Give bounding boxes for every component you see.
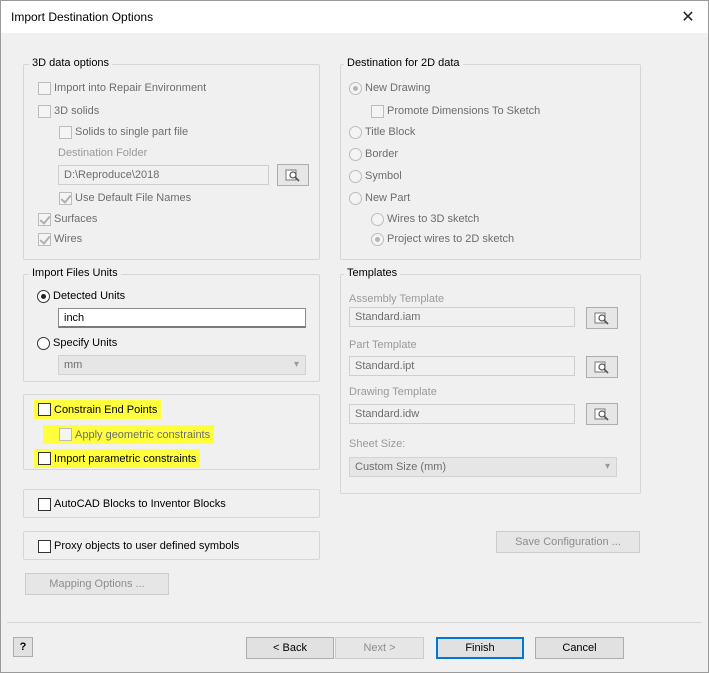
browse-icon — [594, 312, 609, 325]
checkbox-box — [59, 125, 72, 139]
checkbox-box — [59, 428, 72, 441]
wires-3d-sketch-radio[interactable]: Wires to 3D sketch — [371, 211, 479, 227]
drawing-template-field[interactable]: Standard.idw — [349, 404, 575, 424]
destination-folder-field[interactable]: D:\Reproduce\2018 — [58, 165, 269, 185]
import-destination-options-dialog: Import Destination Options ✕ 3D data opt… — [0, 0, 709, 673]
symbol-radio[interactable]: Symbol — [349, 168, 402, 184]
browse-icon — [594, 361, 609, 374]
proxy-objects-checkbox[interactable]: Proxy objects to user defined symbols — [38, 538, 239, 554]
checkbox-box — [59, 191, 72, 205]
radio-circle — [37, 336, 50, 350]
3d-solids-checkbox[interactable]: 3D solids — [38, 103, 99, 119]
checkbox-box — [38, 104, 51, 118]
promote-dimensions-checkbox[interactable]: Promote Dimensions To Sketch — [371, 103, 540, 119]
import-parametric-constraints-checkbox[interactable]: Import parametric constraints — [34, 449, 201, 468]
help-icon[interactable]: ? — [13, 637, 33, 657]
radio-circle — [349, 147, 362, 161]
specify-units-select[interactable]: mm ▾ — [58, 355, 306, 375]
checkbox-box — [38, 212, 51, 226]
part-template-browse-button[interactable] — [586, 356, 618, 378]
sheet-size-label: Sheet Size: — [349, 438, 406, 450]
chevron-down-icon: ▾ — [604, 461, 610, 472]
border-radio[interactable]: Border — [349, 146, 398, 162]
checkbox-box — [38, 403, 51, 416]
mapping-options-button[interactable]: Mapping Options ... — [25, 573, 169, 595]
chevron-down-icon: ▾ — [293, 359, 299, 370]
new-part-radio[interactable]: New Part — [349, 190, 410, 206]
checkbox-box — [38, 497, 51, 511]
footer-separator — [7, 622, 702, 623]
drawing-template-browse-button[interactable] — [586, 403, 618, 425]
title-bar: Import Destination Options ✕ — [1, 1, 708, 33]
radio-circle — [37, 289, 50, 303]
destination-2d-label: Destination for 2D data — [344, 57, 463, 69]
radio-circle — [349, 81, 362, 95]
destination-folder-label: Destination Folder — [58, 147, 148, 159]
radio-circle — [371, 232, 384, 246]
new-drawing-radio[interactable]: New Drawing — [349, 80, 430, 96]
assembly-template-browse-button[interactable] — [586, 307, 618, 329]
solids-single-part-checkbox[interactable]: Solids to single part file — [59, 124, 188, 140]
checkbox-box — [38, 539, 51, 553]
radio-circle — [349, 125, 362, 139]
checkbox-box — [371, 104, 384, 118]
finish-button[interactable]: Finish — [436, 637, 524, 659]
detected-units-field[interactable]: inch — [58, 308, 306, 328]
checkbox-box — [38, 81, 51, 95]
sheet-size-select[interactable]: Custom Size (mm) ▾ — [349, 457, 617, 477]
drawing-template-label: Drawing Template — [349, 386, 437, 398]
import-repair-checkbox[interactable]: Import into Repair Environment — [38, 80, 206, 96]
checkbox-box — [38, 232, 51, 246]
back-button[interactable]: < Back — [246, 637, 334, 659]
next-button[interactable]: Next > — [335, 637, 424, 659]
cancel-button[interactable]: Cancel — [535, 637, 624, 659]
browse-icon — [285, 169, 300, 182]
radio-circle — [349, 191, 362, 205]
3d-data-options-label: 3D data options — [29, 57, 113, 69]
checkbox-box — [38, 452, 51, 465]
part-template-label: Part Template — [349, 339, 417, 351]
dialog-title: Import Destination Options — [11, 10, 154, 24]
close-icon[interactable]: ✕ — [668, 1, 708, 33]
assembly-template-field[interactable]: Standard.iam — [349, 307, 575, 327]
wires-checkbox[interactable]: Wires — [38, 231, 82, 247]
title-block-radio[interactable]: Title Block — [349, 124, 415, 140]
autocad-blocks-checkbox[interactable]: AutoCAD Blocks to Inventor Blocks — [38, 496, 226, 512]
surfaces-checkbox[interactable]: Surfaces — [38, 211, 97, 227]
templates-label: Templates — [344, 267, 401, 279]
project-wires-2d-radio[interactable]: Project wires to 2D sketch — [371, 231, 514, 247]
constrain-end-points-checkbox[interactable]: Constrain End Points — [34, 400, 162, 419]
browse-icon — [594, 408, 609, 421]
radio-circle — [371, 212, 384, 226]
apply-geometric-constraints-checkbox[interactable]: Apply geometric constraints — [43, 425, 215, 444]
use-default-file-names-checkbox[interactable]: Use Default File Names — [59, 190, 191, 206]
import-units-label: Import Files Units — [29, 267, 121, 279]
part-template-field[interactable]: Standard.ipt — [349, 356, 575, 376]
assembly-template-label: Assembly Template — [349, 293, 445, 305]
radio-circle — [349, 169, 362, 183]
detected-units-radio[interactable]: Detected Units — [37, 288, 125, 304]
destination-folder-browse-button[interactable] — [277, 164, 309, 186]
save-configuration-button[interactable]: Save Configuration ... — [496, 531, 640, 553]
specify-units-radio[interactable]: Specify Units — [37, 335, 117, 351]
